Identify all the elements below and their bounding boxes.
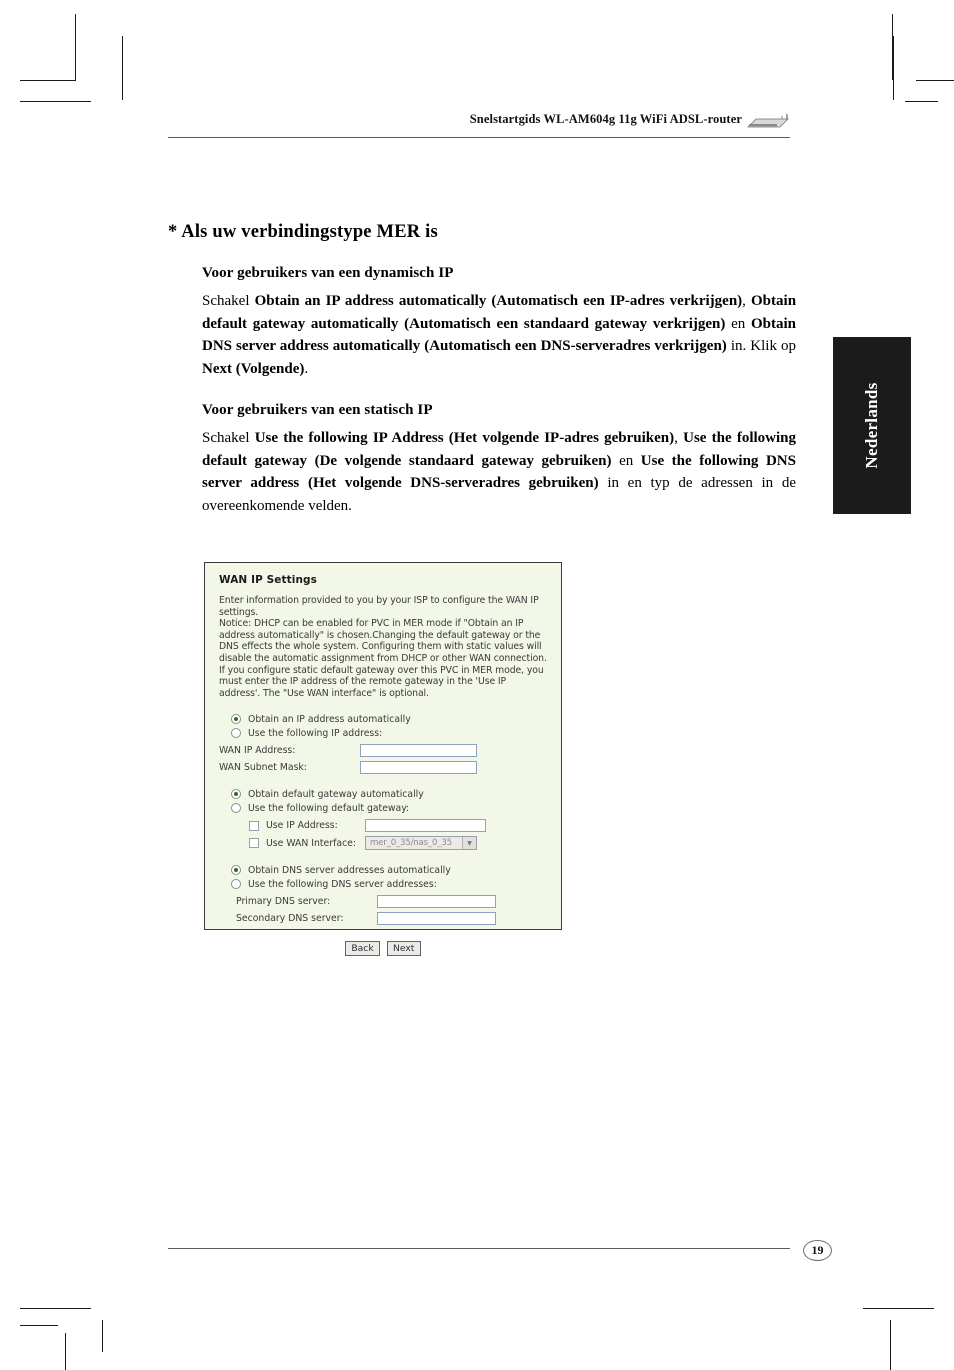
checkbox-row-use-ip-address[interactable]: Use IP Address: (219, 819, 547, 833)
crop-mark-br-h1 (863, 1308, 934, 1309)
radio-use-following-dns[interactable]: Use the following DNS server addresses: (219, 877, 547, 891)
radio-button-icon[interactable] (231, 803, 241, 814)
page-number-badge: 19 (803, 1240, 832, 1261)
main-content: * Als uw verbindingstype MER is Voor geb… (168, 222, 798, 517)
checkbox-use-ip-address-label: Use IP Address: (266, 820, 338, 832)
radio-use-following-ip-label: Use the following IP address: (248, 727, 383, 739)
wan-ip-settings-description: Enter information provided to you by you… (219, 595, 547, 699)
label-secondary-dns-server: Secondary DNS server: (236, 912, 344, 924)
label-wan-subnet-mask: WAN Subnet Mask: (219, 762, 307, 774)
dyn-sep-1: , (742, 293, 752, 309)
chevron-down-icon[interactable]: ▼ (462, 837, 476, 850)
radio-obtain-gateway-automatically-label: Obtain default gateway automatically (248, 788, 424, 800)
sta-bold-1: Use the following IP Address (Het volgen… (254, 430, 675, 446)
subheading-static-ip: Voor gebruikers van een statisch IP (202, 402, 433, 418)
dyn-tail-2: . (304, 360, 309, 377)
checkbox-icon[interactable] (249, 820, 259, 831)
radio-use-following-ip[interactable]: Use the following IP address: (219, 726, 547, 740)
field-wan-ip-address: WAN IP Address: (219, 744, 547, 758)
radio-obtain-dns-automatically-label: Obtain DNS server addresses automaticall… (248, 864, 451, 876)
router-icon (747, 114, 789, 128)
dns-server-group: Obtain DNS server addresses automaticall… (219, 863, 547, 926)
dyn-bold-4: Next (Volgende) (202, 360, 305, 377)
footer-divider (168, 1248, 790, 1249)
radio-use-following-dns-label: Use the following DNS server addresses: (248, 878, 437, 890)
page-title: * Als uw verbindingstype MER is (168, 222, 438, 242)
field-primary-dns-server: Primary DNS server: (219, 895, 547, 909)
crop-mark-tl-v1 (75, 14, 76, 80)
page-header: Snelstartgids WL-AM604g 11g WiFi ADSL-ro… (168, 112, 790, 146)
header-divider (168, 137, 790, 138)
radio-button-icon[interactable] (231, 865, 241, 876)
content-indent-block: Voor gebruikers van een dynamisch IP Sch… (202, 265, 796, 517)
crop-mark-tr-v2 (893, 36, 894, 100)
crop-mark-br-v1 (890, 1320, 891, 1370)
back-button[interactable]: Back (345, 941, 380, 957)
crop-mark-tl-v2 (122, 36, 123, 100)
checkbox-icon[interactable] (249, 838, 259, 849)
crop-mark-tr-h1 (916, 80, 954, 81)
wan-ip-settings-title: WAN IP Settings (219, 574, 317, 586)
crop-mark-bl-v2 (102, 1320, 103, 1352)
label-primary-dns-server: Primary DNS server: (236, 895, 331, 907)
paragraph-static-ip: Schakel Use the following IP Address (He… (202, 427, 796, 517)
field-secondary-dns-server: Secondary DNS server: (219, 912, 547, 926)
select-wan-interface-value: mer_0_35/nas_0_35 (370, 838, 452, 849)
input-gateway-ip-address[interactable] (365, 819, 486, 833)
checkbox-row-use-wan-interface[interactable]: Use WAN Interface: mer_0_35/nas_0_35 ▼ (219, 836, 547, 851)
sta-sep-2: en (611, 452, 641, 469)
language-side-tab-label: Nederlands (862, 382, 881, 469)
description-line-2: Notice: DHCP can be enabled for PVC in M… (219, 618, 547, 664)
subheading-dynamic-ip: Voor gebruikers van een dynamisch IP (202, 265, 454, 281)
crop-mark-bl-h1 (20, 1308, 91, 1309)
radio-use-following-gateway-label: Use the following default gateway: (248, 802, 410, 814)
description-line-3: If you configure static default gateway … (219, 664, 544, 699)
language-side-tab: Nederlands (833, 337, 911, 514)
checkbox-use-wan-interface-label: Use WAN Interface: (266, 837, 357, 849)
dyn-tail-1: in. Klik op (726, 338, 796, 354)
crop-mark-bl-v1 (65, 1333, 66, 1370)
radio-obtain-ip-automatically-label: Obtain an IP address automatically (248, 713, 411, 725)
radio-button-icon[interactable] (231, 714, 241, 725)
wan-ip-settings-panel: WAN IP Settings Enter information provid… (204, 562, 562, 957)
dyn-lead: Schakel (202, 293, 255, 309)
panel-button-row: Back Next (219, 941, 547, 957)
crop-mark-tl-h2 (20, 101, 91, 102)
ip-address-group: Obtain an IP address automatically Use t… (219, 712, 547, 775)
sta-sep-1: , (674, 430, 684, 446)
input-primary-dns-server[interactable] (377, 895, 496, 909)
crop-mark-bl-h2 (20, 1325, 58, 1326)
dyn-bold-1: Obtain an IP address automatically (Auto… (254, 293, 743, 309)
paragraph-dynamic-ip: Schakel Obtain an IP address automatical… (202, 290, 796, 380)
crop-mark-tr-h2 (905, 101, 938, 102)
radio-button-icon[interactable] (231, 879, 241, 890)
page-header-title: Snelstartgids WL-AM604g 11g WiFi ADSL-ro… (469, 112, 742, 126)
input-secondary-dns-server[interactable] (377, 912, 496, 926)
next-button[interactable]: Next (386, 941, 421, 957)
sta-lead: Schakel (202, 430, 255, 446)
radio-obtain-gateway-automatically[interactable]: Obtain default gateway automatically (219, 787, 547, 801)
radio-obtain-ip-automatically[interactable]: Obtain an IP address automatically (219, 712, 547, 726)
radio-button-icon[interactable] (231, 789, 241, 800)
input-wan-ip-address[interactable] (360, 744, 477, 758)
dyn-sep-2: en (725, 315, 751, 332)
field-wan-subnet-mask: WAN Subnet Mask: (219, 761, 547, 775)
radio-obtain-dns-automatically[interactable]: Obtain DNS server addresses automaticall… (219, 863, 547, 877)
label-wan-ip-address: WAN IP Address: (219, 745, 296, 757)
description-line-1: Enter information provided to you by you… (219, 595, 539, 618)
default-gateway-group: Obtain default gateway automatically Use… (219, 787, 547, 851)
crop-mark-tl-h1 (20, 80, 76, 81)
input-wan-subnet-mask[interactable] (360, 761, 477, 775)
select-wan-interface[interactable]: mer_0_35/nas_0_35 ▼ (365, 836, 477, 851)
radio-use-following-gateway[interactable]: Use the following default gateway: (219, 801, 547, 815)
radio-button-icon[interactable] (231, 728, 241, 739)
